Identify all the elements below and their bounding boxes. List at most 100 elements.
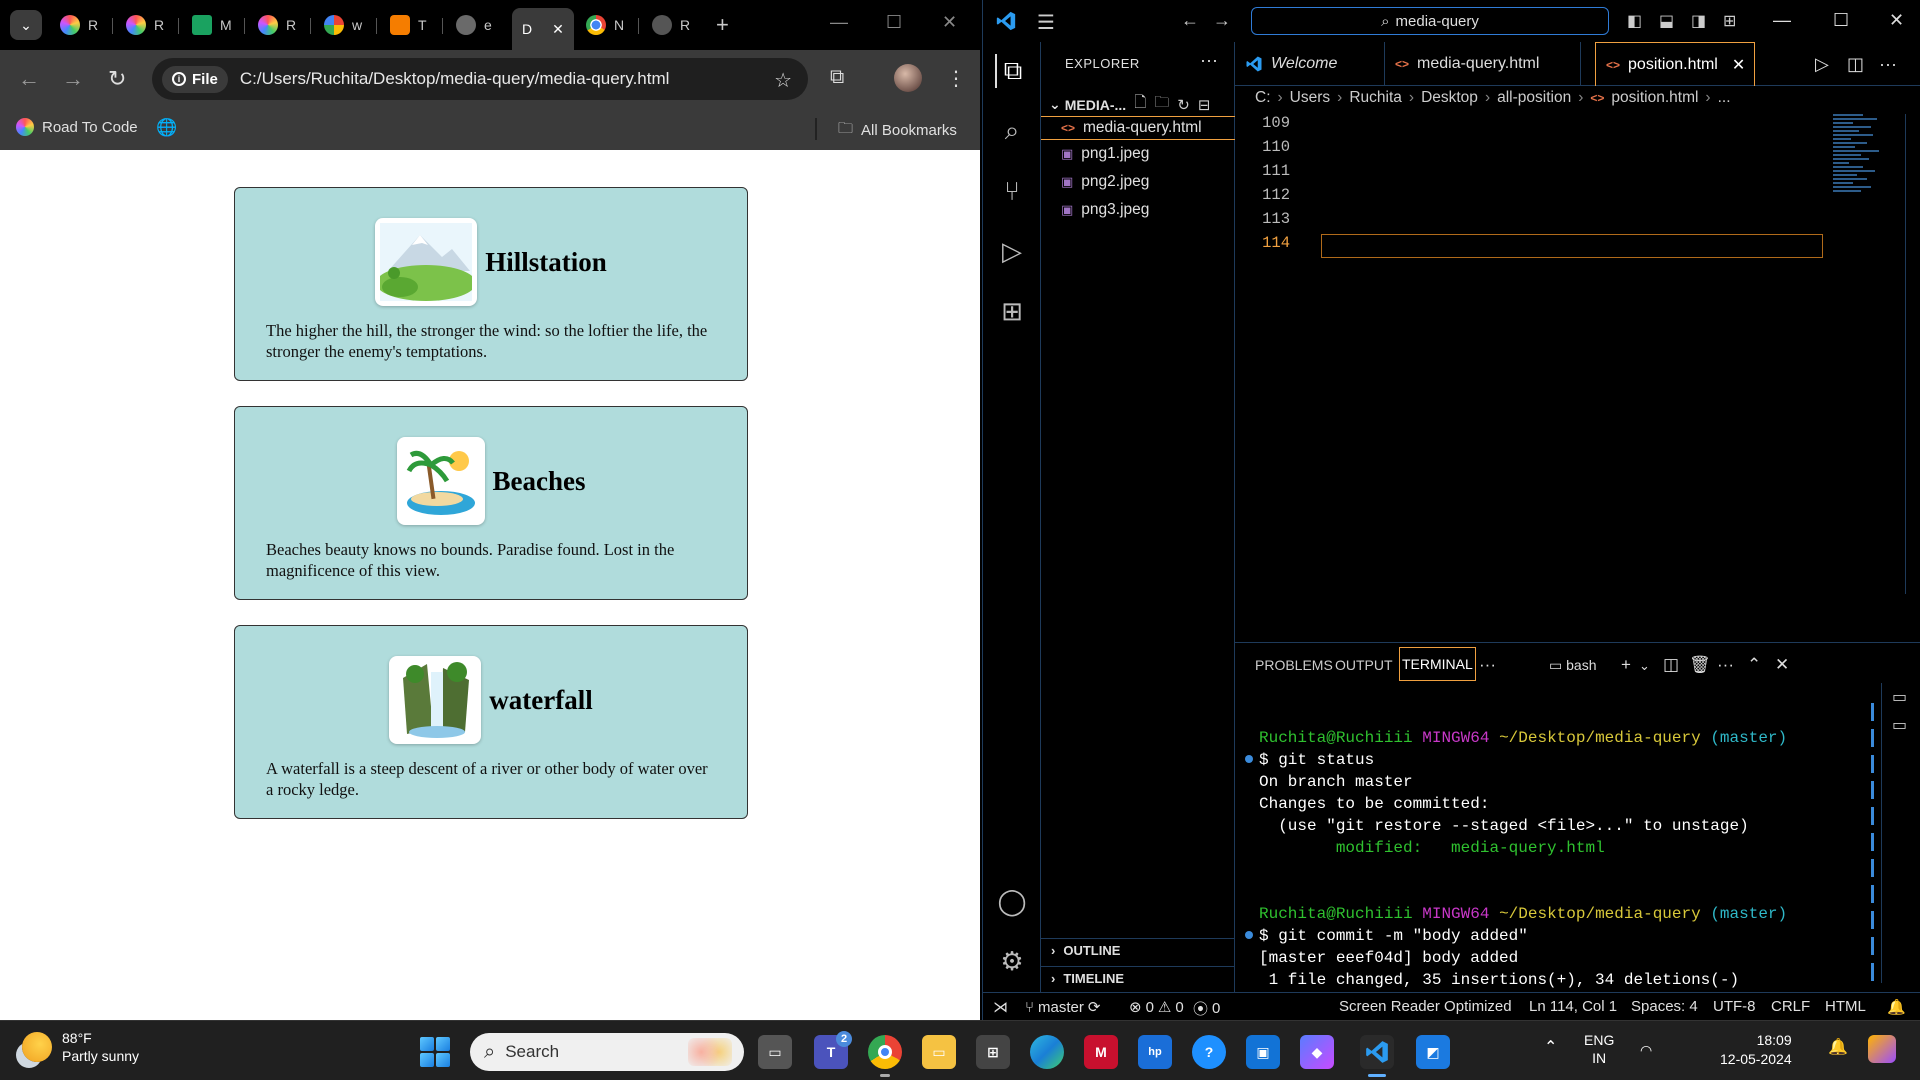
system-clock[interactable]: 18:09 12-05-2024 (1720, 1031, 1792, 1069)
account-icon[interactable]: ◯ (995, 884, 1029, 918)
ports-status[interactable]: ⦿ 0 (1193, 998, 1220, 1019)
extensions-icon[interactable]: ⧉ (830, 66, 844, 89)
taskbar-search[interactable]: ⌕ Search (470, 1033, 744, 1071)
reload-button[interactable]: ↻ (108, 66, 126, 92)
close-panel-icon[interactable]: ✕ (1775, 655, 1789, 675)
file-explorer-icon[interactable]: ▭ (922, 1035, 956, 1069)
bookmark-globe[interactable]: 🌐 (156, 118, 177, 138)
tab-welcome[interactable]: Welcome (1235, 42, 1385, 86)
copilot-icon[interactable]: ◆ (1300, 1035, 1334, 1069)
browser-tab[interactable]: M (192, 8, 232, 42)
new-terminal-icon[interactable]: + (1621, 655, 1631, 675)
terminal-output[interactable]: Ruchita@Ruchiiii MINGW64 ~/Desktop/media… (1259, 727, 1787, 991)
bookmark-star-icon[interactable]: ☆ (774, 68, 792, 93)
new-tab-button[interactable]: + (716, 12, 729, 38)
more-actions-icon[interactable]: ··· (1200, 50, 1218, 71)
chevron-down-icon[interactable]: ⌄ (1639, 658, 1650, 674)
problems-status[interactable]: ⊗ 0 ⚠ 0 (1129, 998, 1184, 1017)
timeline-section[interactable]: › TIMELINE (1041, 966, 1235, 990)
customize-layout-icon[interactable]: ⊞ (1723, 11, 1736, 31)
teams-icon[interactable]: T2 (814, 1031, 852, 1069)
toggle-secondary-sidebar-icon[interactable]: ◨ (1691, 11, 1706, 31)
breadcrumb-item[interactable]: Ruchita (1349, 89, 1402, 107)
app-blue-icon[interactable]: ▣ (1246, 1035, 1280, 1069)
breadcrumb-item[interactable]: C: (1255, 89, 1271, 107)
close-tab-icon[interactable]: ✕ (552, 21, 564, 38)
terminal-instance-icon[interactable]: ▭ (1892, 715, 1907, 735)
maximize-button[interactable]: ☐ (1833, 10, 1849, 31)
tab-terminal[interactable]: TERMINAL (1399, 647, 1476, 681)
file-png1[interactable]: ▣ png1.jpeg (1055, 142, 1231, 166)
wifi-icon[interactable]: ◠ (1640, 1041, 1652, 1059)
forward-button[interactable]: → (62, 66, 84, 92)
myhp-icon[interactable]: hp (1138, 1035, 1172, 1069)
breadcrumb-item[interactable]: Users (1290, 89, 1330, 107)
site-info-chip[interactable]: i File (162, 65, 228, 93)
workspace-folder[interactable]: ⌄ MEDIA-... 🗋 🗀 ↻ ⊟ (1049, 92, 1229, 117)
vscode-taskbar-icon[interactable] (1360, 1035, 1394, 1077)
help-icon[interactable]: ? (1192, 1035, 1226, 1069)
terminal-profile-button[interactable]: ▭ bash (1549, 657, 1596, 674)
browser-tab[interactable]: e (456, 8, 492, 42)
browser-tab[interactable]: R (126, 8, 164, 42)
start-button[interactable] (420, 1037, 450, 1067)
notifications-bell-icon[interactable]: 🔔 (1828, 1039, 1848, 1057)
minimize-button[interactable]: — (830, 12, 848, 33)
new-folder-icon[interactable]: 🗀 (1154, 92, 1169, 117)
microsoft-store-icon[interactable]: ⊞ (976, 1035, 1010, 1069)
browser-tab[interactable]: R (258, 8, 296, 42)
language-mode[interactable]: HTML (1825, 998, 1866, 1015)
copilot-tray-icon[interactable] (1868, 1035, 1896, 1063)
all-bookmarks-button[interactable]: 🗀 All Bookmarks (838, 118, 957, 143)
file-png3[interactable]: ▣ png3.jpeg (1055, 198, 1231, 222)
terminal-instance-icon[interactable]: ▭ (1892, 687, 1907, 707)
new-file-icon[interactable]: 🗋 (1134, 92, 1146, 117)
outline-section[interactable]: › OUTLINE (1041, 938, 1235, 962)
file-png2[interactable]: ▣ png2.jpeg (1055, 170, 1231, 194)
cursor-position[interactable]: Ln 114, Col 1 (1529, 998, 1617, 1015)
chevron-up-icon[interactable]: ⌃ (1544, 1039, 1557, 1057)
chrome-taskbar-icon[interactable] (868, 1035, 902, 1077)
split-editor-icon[interactable]: ◫ (1847, 54, 1864, 75)
back-button[interactable]: ← (18, 66, 40, 92)
browser-tab[interactable]: N (586, 8, 624, 42)
tab-output[interactable]: OUTPUT (1335, 657, 1393, 673)
tab-search-dropdown[interactable]: ⌄ (10, 10, 42, 40)
file-media-query-html[interactable]: <> media-query.html (1041, 116, 1235, 140)
explorer-files-icon[interactable]: ⧉ (995, 54, 1029, 88)
indentation-status[interactable]: Spaces: 4 (1631, 998, 1698, 1015)
weather-widget[interactable]: 88°F Partly sunny (22, 1029, 139, 1065)
tab-problems[interactable]: PROBLEMS (1255, 657, 1333, 673)
extensions-icon[interactable]: ⊞ (995, 294, 1029, 328)
refresh-icon[interactable]: ↻ (1177, 96, 1190, 114)
terminal-scrollbar[interactable] (1871, 703, 1874, 983)
eol-status[interactable]: CRLF (1771, 998, 1810, 1015)
more-panels-icon[interactable]: ··· (1479, 655, 1496, 675)
editor-scrollbar[interactable] (1905, 114, 1919, 594)
close-window-button[interactable]: ✕ (942, 12, 957, 33)
tab-media-query[interactable]: <> media-query.html (1385, 42, 1581, 86)
more-actions-icon[interactable]: ··· (1879, 54, 1897, 75)
source-control-icon[interactable]: ⑂ (995, 174, 1029, 208)
avatar[interactable] (894, 64, 922, 92)
edge-icon[interactable] (1030, 1035, 1064, 1069)
browser-tab[interactable]: R (60, 8, 98, 42)
gear-icon[interactable]: ⚙ (995, 944, 1029, 978)
split-terminal-icon[interactable]: ◫ (1663, 655, 1679, 675)
more-actions-icon[interactable]: ··· (1717, 655, 1734, 675)
breadcrumb-item[interactable]: Desktop (1421, 89, 1478, 107)
maximize-button[interactable]: ☐ (886, 12, 902, 33)
close-icon[interactable]: ✕ (1732, 55, 1745, 75)
close-window-button[interactable]: ✕ (1889, 10, 1904, 31)
run-icon[interactable]: ▷ (1815, 54, 1829, 75)
task-view-icon[interactable]: ▭ (758, 1035, 792, 1069)
browser-tab-active[interactable]: D ✕ (512, 8, 574, 50)
minimize-button[interactable]: — (1773, 10, 1791, 31)
toggle-panel-icon[interactable]: ⬓ (1659, 11, 1674, 31)
encoding-status[interactable]: UTF-8 (1713, 998, 1756, 1015)
remote-icon[interactable]: ⋊ (993, 998, 1008, 1016)
menu-kebab-icon[interactable]: ⋮ (946, 66, 966, 91)
language-indicator[interactable]: ENG IN (1584, 1031, 1614, 1067)
breadcrumb-item[interactable]: all-position (1497, 89, 1571, 107)
address-bar[interactable]: i File C:/Users/Ruchita/Desktop/media-qu… (152, 58, 808, 100)
